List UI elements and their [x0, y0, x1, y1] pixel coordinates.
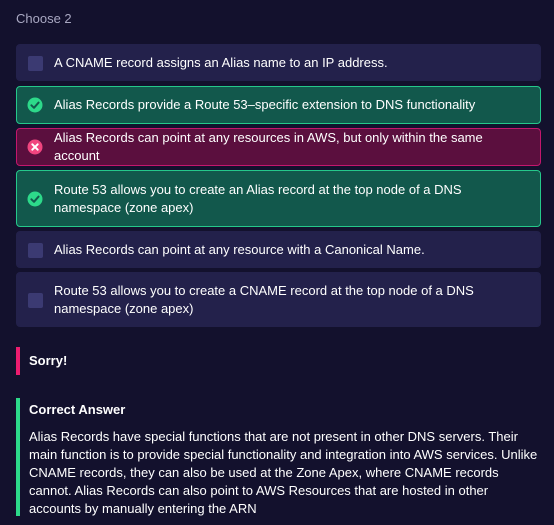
answer-option-text: Alias Records provide a Route 53–specifi…	[54, 97, 476, 112]
answer-option-6[interactable]: Route 53 allows you to create a CNAME re…	[16, 272, 541, 327]
check-circle-icon	[27, 191, 43, 206]
result-feedback: Sorry!	[16, 347, 541, 375]
answer-option-text: Alias Records can point at any resources…	[54, 130, 483, 163]
answer-option-4[interactable]: Route 53 allows you to create an Alias r…	[16, 170, 541, 227]
answer-option-3[interactable]: Alias Records can point at any resources…	[16, 128, 541, 166]
answer-option-1[interactable]: A CNAME record assigns an Alias name to …	[16, 44, 541, 81]
correct-answer-panel: Correct Answer Alias Records have specia…	[16, 398, 541, 516]
question-prompt: Choose 2	[16, 11, 72, 26]
x-circle-icon	[27, 139, 43, 155]
checkbox-square[interactable]	[28, 292, 43, 308]
answer-option-text: Route 53 allows you to create a CNAME re…	[54, 282, 474, 316]
answer-option-text: A CNAME record assigns an Alias name to …	[54, 54, 388, 70]
correct-answer-title: Correct Answer	[29, 402, 126, 417]
result-label: Sorry!	[29, 353, 68, 368]
check-circle-icon	[27, 97, 43, 113]
checkbox-square[interactable]	[28, 242, 43, 258]
answer-option-2[interactable]: Alias Records provide a Route 53–specifi…	[16, 86, 541, 124]
answer-option-text: Alias Records can point at any resource …	[54, 241, 425, 257]
checkbox-square[interactable]	[28, 55, 43, 71]
answer-option-text: Route 53 allows you to create an Alias r…	[54, 181, 462, 215]
answer-option-5[interactable]: Alias Records can point at any resource …	[16, 231, 541, 268]
answer-explanation: Alias Records have special functions tha…	[29, 429, 538, 516]
